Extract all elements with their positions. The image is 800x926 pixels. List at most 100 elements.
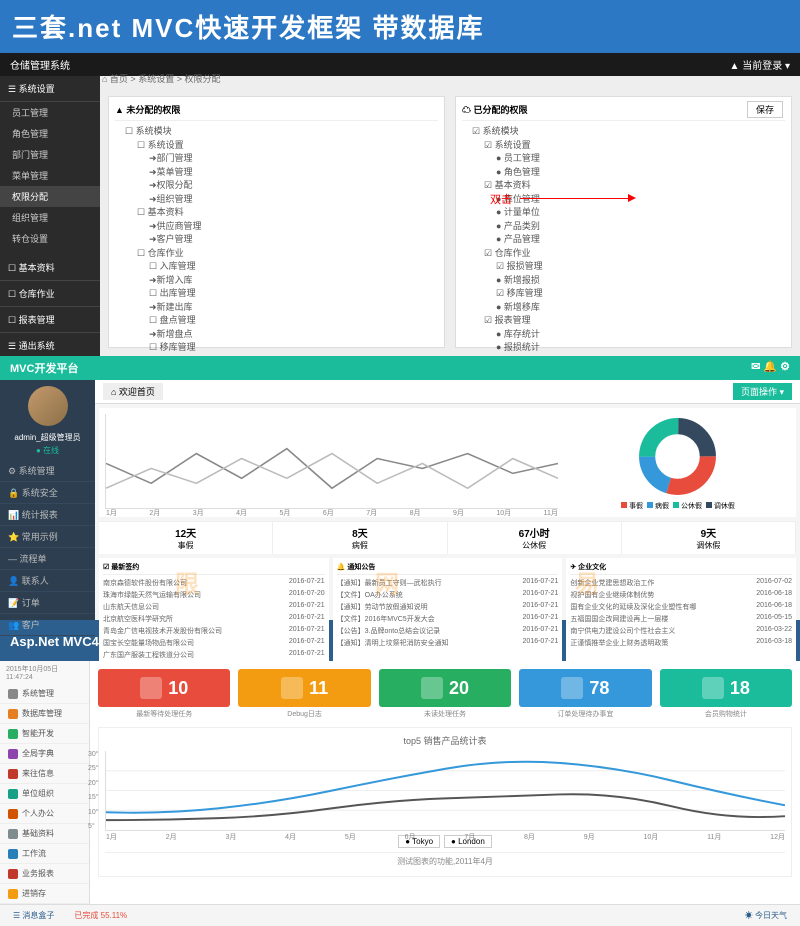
dashboard-tile[interactable]: 20 [379, 669, 511, 707]
sidebar-item[interactable]: 工作流 [0, 844, 89, 864]
tree-node[interactable]: ● 库存统计 [462, 328, 785, 342]
sidebar-item[interactable]: 📝 订单 [0, 592, 95, 614]
datetime: 2015年10月05日 11:47:24 [0, 661, 89, 684]
list-item[interactable]: 【通知】最新员工守则—武松执行2016-07-21 [337, 577, 559, 589]
tree-node[interactable]: ➜新建出库 [115, 301, 438, 315]
avatar[interactable] [28, 386, 68, 426]
save-button[interactable]: 保存 [747, 101, 783, 118]
sidebar-item[interactable]: 👤 联系人 [0, 570, 95, 592]
tree-node[interactable]: ● 员工管理 [462, 152, 785, 166]
tree-node[interactable]: ● 新增报损 [462, 274, 785, 288]
s1-side-header[interactable]: ☰ 系统设置 [0, 76, 100, 102]
dashboard-tile[interactable]: 18 [660, 669, 792, 707]
page-ops[interactable]: 页面操作 ▾ [733, 383, 792, 400]
tree-node[interactable]: ☐ 基本资料 [115, 206, 438, 220]
tree-node[interactable]: ➜供应商管理 [115, 220, 438, 234]
sidebar-item[interactable]: 角色管理 [0, 123, 100, 144]
s2-tabs: ⌂ 欢迎首页 页面操作 ▾ [95, 380, 800, 404]
foot-weather[interactable]: ☀ 今日天气 [735, 908, 797, 923]
tree-node[interactable]: ➜部门管理 [115, 152, 438, 166]
chart-subtitle: 测试图表的功能,2011年4月 [105, 852, 785, 870]
sidebar-item[interactable]: 组织管理 [0, 207, 100, 228]
list-item[interactable]: 视护国有企业继续体制优势2016-06-18 [570, 589, 792, 601]
list-item[interactable]: 国有企业文化的延续及深化企业塑性有哪2016-06-18 [570, 601, 792, 613]
sidebar-item[interactable]: — 流程单 [0, 548, 95, 570]
sidebar-item[interactable]: ⭐ 常用示例 [0, 526, 95, 548]
sidebar-item[interactable]: 业务报表 [0, 864, 89, 884]
tree-node[interactable]: ● 产品管理 [462, 233, 785, 247]
list-item[interactable]: 正谨慎推举企业上财务透明政策2016-03-18 [570, 637, 792, 649]
s1-login[interactable]: ▲ 当前登录 ▾ [730, 57, 790, 72]
sidebar-item[interactable]: 全局字典 [0, 744, 89, 764]
tree-node[interactable]: ☐ 系统设置 [115, 139, 438, 153]
tree-node[interactable]: ☐ 入库管理 [115, 260, 438, 274]
tree-node[interactable]: ➜客户管理 [115, 233, 438, 247]
list-item[interactable]: 北京航空医科学研究所2016-07-21 [103, 613, 325, 625]
sidebar-item[interactable]: ⚙ 系统管理 [0, 460, 95, 482]
list-item[interactable]: 南宁供电力建设公司个性社会主义2016-03-22 [570, 625, 792, 637]
sidebar-item[interactable]: 个人办公 [0, 804, 89, 824]
sidebar-item[interactable]: 📊 统计报表 [0, 504, 95, 526]
tree-node[interactable]: ☐ 仓库作业 [115, 247, 438, 261]
list-item[interactable]: 南京森德软件股份有限公司2016-07-21 [103, 577, 325, 589]
dashboard-tile[interactable]: 78 [519, 669, 651, 707]
list-item[interactable]: 山东航天信息公司2016-07-21 [103, 601, 325, 613]
lists-row: 限 网 易 ☑ 最新签约 南京森德软件股份有限公司2016-07-21珠海市绿能… [95, 554, 800, 669]
tree-node[interactable]: ➜组织管理 [115, 193, 438, 207]
sidebar-item[interactable]: 系统管理 [0, 684, 89, 704]
tree-node[interactable]: ☑ 移库管理 [462, 287, 785, 301]
list-item[interactable]: 【文件】OA办公系统2016-07-21 [337, 589, 559, 601]
sidebar-item[interactable]: 转仓设置 [0, 228, 100, 249]
tree-node[interactable]: ☐ 盘点管理 [115, 314, 438, 328]
sidebar-section[interactable]: ☐ 基本资料 [0, 255, 100, 281]
list-item[interactable]: 创新企业党建思想政治工作2016-07-02 [570, 577, 792, 589]
sidebar-item[interactable]: 🔒 系统安全 [0, 482, 95, 504]
sidebar-item[interactable]: 进销存 [0, 884, 89, 904]
tree-node[interactable]: ● 角色管理 [462, 166, 785, 180]
sidebar-item[interactable]: 员工管理 [0, 102, 100, 123]
dashboard-tile[interactable]: 10 [98, 669, 230, 707]
sidebar-item[interactable]: 菜单管理 [0, 165, 100, 186]
sidebar-item[interactable]: 数据库管理 [0, 704, 89, 724]
tree-node[interactable]: ➜新增入库 [115, 274, 438, 288]
tree-node[interactable]: ☐ 出库管理 [115, 287, 438, 301]
list-item[interactable]: 【文件】2016年MVC5开发大会2016-07-21 [337, 613, 559, 625]
tree-node[interactable]: ☑ 报表管理 [462, 314, 785, 328]
sidebar-item[interactable]: 单位组织 [0, 784, 89, 804]
list-item[interactable]: 五福国国企改网建设再上一层楼2016-05-15 [570, 613, 792, 625]
stat-item: 9天调休假 [622, 522, 796, 554]
foot-msgbox[interactable]: ☰ 消息盒子 [3, 908, 64, 923]
sidebar-section[interactable]: ☐ 报表管理 [0, 307, 100, 333]
tree-node[interactable]: ➜权限分配 [115, 179, 438, 193]
tree-node[interactable]: ☑ 报损管理 [462, 260, 785, 274]
tree-node[interactable]: ● 新增移库 [462, 301, 785, 315]
tree-node[interactable]: ☑ 系统设置 [462, 139, 785, 153]
tree-node[interactable]: ☑ 仓库作业 [462, 247, 785, 261]
list-item[interactable]: 【通知】清明上坟祭祀消防安全通知2016-07-21 [337, 637, 559, 649]
list-item[interactable]: 珠海市绿能天然气运输有限公司2016-07-20 [103, 589, 325, 601]
tree-node[interactable]: ☐ 系统模块 [115, 125, 438, 139]
s3-footer: ☰ 消息盒子 已完成 55.11% ☀ 今日天气 [0, 904, 800, 926]
sidebar-item[interactable]: 👥 客户 [0, 614, 95, 636]
sidebar-item[interactable]: 部门管理 [0, 144, 100, 165]
tree-node[interactable]: ● 计量单位 [462, 206, 785, 220]
tab-home[interactable]: ⌂ 欢迎首页 [103, 383, 163, 400]
tree-node[interactable]: ● 产品类别 [462, 220, 785, 234]
list-item[interactable]: 【通知】劳动节放假通知说明2016-07-21 [337, 601, 559, 613]
list-item[interactable]: 国宝长空能量场物品有限公司2016-07-21 [103, 637, 325, 649]
sidebar-item[interactable]: 基础资料 [0, 824, 89, 844]
list-item[interactable]: 【公告】3.品牌onto总结会议记录2016-07-21 [337, 625, 559, 637]
tree-node[interactable]: ➜菜单管理 [115, 166, 438, 180]
list-item[interactable]: 青岛金广信电视技术开发股份有限公司2016-07-21 [103, 625, 325, 637]
tree-node[interactable]: ➜新增盘点 [115, 328, 438, 342]
sidebar-item[interactable]: 智能开发 [0, 724, 89, 744]
list-item[interactable]: 广东国产服装工程铁道分公司2016-07-21 [103, 649, 325, 661]
header-icons[interactable]: ✉ 🔔 ⚙ [751, 360, 790, 376]
tree-node[interactable]: ● 报损统计 [462, 341, 785, 355]
sidebar-section[interactable]: ☐ 仓库作业 [0, 281, 100, 307]
tree-node[interactable]: ☑ 系统模块 [462, 125, 785, 139]
tree-node[interactable]: ☐ 移库管理 [115, 341, 438, 355]
dashboard-tile[interactable]: 11 [238, 669, 370, 707]
sidebar-item[interactable]: 权限分配 [0, 186, 100, 207]
sidebar-item[interactable]: 来往信息 [0, 764, 89, 784]
